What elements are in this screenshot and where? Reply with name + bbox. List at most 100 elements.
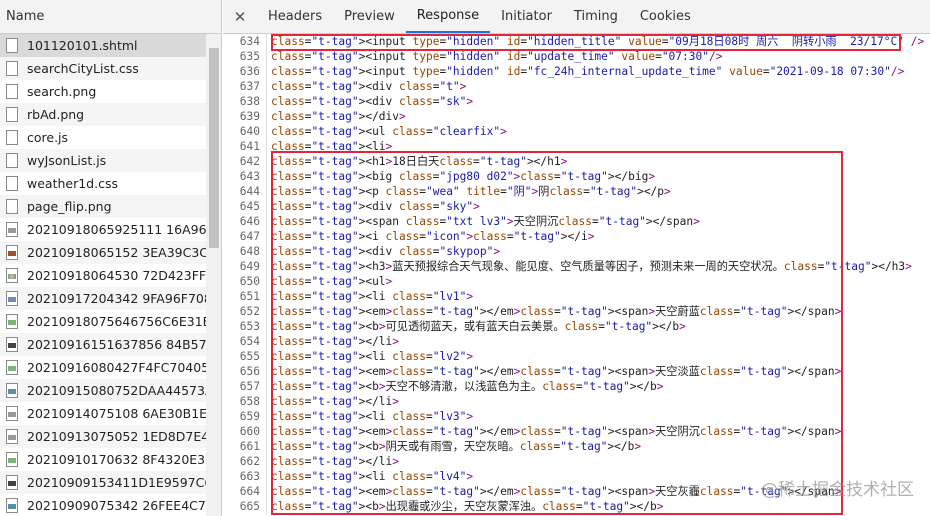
- code-text: class="t-tag"></li>: [271, 335, 400, 348]
- request-name: rbAd.png: [27, 107, 85, 122]
- request-name: core.js: [27, 130, 69, 145]
- code-text: class="t-tag"></li>: [271, 395, 400, 408]
- code-text: class="t-tag"><ul>: [271, 275, 393, 288]
- tab-cookies[interactable]: Cookies: [629, 0, 702, 33]
- request-row[interactable]: 20210916080427F4FC7040594: [0, 356, 206, 379]
- request-row[interactable]: wyJsonList.js: [0, 149, 206, 172]
- request-row[interactable]: 20210914075108 6AE30B1E347: [0, 402, 206, 425]
- scrollbar-thumb[interactable]: [209, 48, 219, 248]
- line-number: 641: [223, 139, 267, 154]
- code-text: class="t-tag"><div class="sk">: [271, 95, 474, 108]
- line-number: 639: [223, 109, 267, 124]
- line-number: 661: [223, 439, 267, 454]
- request-row[interactable]: search.png: [0, 80, 206, 103]
- request-list: 101120101.shtml searchCityList.css search.…: [0, 34, 206, 516]
- request-name: page_flip.png: [27, 199, 112, 214]
- code-line: 661 class="t-tag"><b>阴天或有雨雪，天空灰暗。class="t…: [223, 439, 930, 454]
- line-number: 638: [223, 94, 267, 109]
- request-row[interactable]: 20210916151637856 84B57A5F: [0, 333, 206, 356]
- request-row[interactable]: rbAd.png: [0, 103, 206, 126]
- request-row[interactable]: 20210918065925111 16A9642E: [0, 218, 206, 241]
- request-row[interactable]: weather1d.css: [0, 172, 206, 195]
- code-line: 665 class="t-tag"><b>出现霾或沙尘，天空灰蒙浑浊。class=…: [223, 499, 930, 514]
- code-text: class="t-tag"><b>天空不够清澈，以浅蓝色为主。class="t-…: [271, 380, 664, 393]
- code-text: class="t-tag"><big class="jpg80 d02">cla…: [271, 170, 656, 183]
- line-number: 654: [223, 334, 267, 349]
- line-number: 663: [223, 469, 267, 484]
- request-row[interactable]: core.js: [0, 126, 206, 149]
- line-number: 637: [223, 79, 267, 94]
- request-row[interactable]: 20210915080752DAA44573AF.: [0, 379, 206, 402]
- request-name: 20210909075342 26FEE4C74E6: [27, 498, 206, 513]
- code-line: 649 class="t-tag"><h3>蓝天预报综合天气现象、能见度、空气质量…: [223, 259, 930, 274]
- name-column-label: Name: [6, 9, 45, 24]
- request-row[interactable]: 20210913075052 1ED8D7E48D.: [0, 425, 206, 448]
- detail-tab-bar: ✕ Headers Preview Response Initiator Timing C…: [223, 0, 930, 34]
- code-line: 637 class="t-tag"><div class="t">: [223, 79, 930, 94]
- code-text: class="t-tag"><h3>蓝天预报综合天气现象、能见度、空气质量等因子…: [271, 260, 912, 273]
- code-text: class="t-tag"><p class="wea" title="阴">阴…: [271, 185, 671, 198]
- code-line: 659 class="t-tag"><li class="lv3">: [223, 409, 930, 424]
- request-row[interactable]: 20210917204342 9FA96F708D0: [0, 287, 206, 310]
- line-number: 659: [223, 409, 267, 424]
- request-row[interactable]: 20210909153411D1E9597C673: [0, 471, 206, 494]
- image-thumbnail-icon: [6, 268, 18, 283]
- request-row[interactable]: 20210918075646756C6E31B5D: [0, 310, 206, 333]
- document-icon: [6, 176, 18, 191]
- line-number: 642: [223, 154, 267, 169]
- request-row[interactable]: 101120101.shtml: [0, 34, 206, 57]
- image-thumbnail-icon: [6, 245, 18, 260]
- code-line: 644 class="t-tag"><p class="wea" title="阴…: [223, 184, 930, 199]
- code-line: 654 class="t-tag"></li>: [223, 334, 930, 349]
- code-line: 655 class="t-tag"><li class="lv2">: [223, 349, 930, 364]
- request-row[interactable]: 20210918065152 3EA39C3C85E: [0, 241, 206, 264]
- code-line: 639 class="t-tag"></div>: [223, 109, 930, 124]
- code-text: class="t-tag"><input type="hidden" id="f…: [271, 65, 905, 78]
- tab-initiator[interactable]: Initiator: [490, 0, 563, 33]
- code-line: 652 class="t-tag"><em>class="t-tag"></em>…: [223, 304, 930, 319]
- request-list-panel: Name 101120101.shtml searchCityList.css se…: [0, 0, 222, 516]
- code-text: class="t-tag"><b>阴天或有雨雪，天空灰暗。class="t-ta…: [271, 440, 642, 453]
- code-line: 648 class="t-tag"><div class="skypop">: [223, 244, 930, 259]
- request-row[interactable]: searchCityList.css: [0, 57, 206, 80]
- request-row[interactable]: 20210910170632 8F4320E3F2C: [0, 448, 206, 471]
- code-text: class="t-tag"><input type="hidden" id="h…: [271, 35, 925, 48]
- close-icon[interactable]: ✕: [223, 0, 257, 33]
- code-text: class="t-tag"><li class="lv3">: [271, 410, 474, 423]
- image-thumbnail-icon: [6, 498, 18, 513]
- line-number: 665: [223, 499, 267, 514]
- code-text: class="t-tag"><h1>18日白天class="t-tag"></h…: [271, 155, 568, 168]
- request-name: wyJsonList.js: [27, 153, 107, 168]
- request-row[interactable]: 20210909075342 26FEE4C74E6: [0, 494, 206, 516]
- code-line: 635 class="t-tag"><input type="hidden" id…: [223, 49, 930, 64]
- tab-timing[interactable]: Timing: [563, 0, 629, 33]
- image-thumbnail-icon: [6, 383, 18, 398]
- line-number: 649: [223, 259, 267, 274]
- image-thumbnail-icon: [6, 291, 18, 306]
- response-source-view[interactable]: 634 class="t-tag"><input type="hidden" id…: [223, 34, 930, 516]
- document-icon: [6, 153, 18, 168]
- code-line: 656 class="t-tag"><em>class="t-tag"></em>…: [223, 364, 930, 379]
- request-list-scrollbar[interactable]: [206, 34, 221, 516]
- line-number: 658: [223, 394, 267, 409]
- request-row[interactable]: page_flip.png: [0, 195, 206, 218]
- image-thumbnail-icon: [6, 222, 18, 237]
- line-number: 648: [223, 244, 267, 259]
- line-number: 646: [223, 214, 267, 229]
- request-name: 20210916151637856 84B57A5F: [27, 337, 206, 352]
- request-row[interactable]: 20210918064530 72D423FF8BD: [0, 264, 206, 287]
- code-text: class="t-tag"><div class="skypop">: [271, 245, 501, 258]
- code-text: class="t-tag"><input type="hidden" id="u…: [271, 50, 723, 63]
- line-number: 651: [223, 289, 267, 304]
- code-text: class="t-tag"><li>: [271, 140, 393, 153]
- tab-preview[interactable]: Preview: [333, 0, 406, 33]
- code-line: 640 class="t-tag"><ul class="clearfix">: [223, 124, 930, 139]
- code-text: class="t-tag"><li class="lv4">: [271, 470, 474, 483]
- tab-response[interactable]: Response: [405, 0, 491, 33]
- name-column-header[interactable]: Name: [0, 0, 221, 34]
- code-text: class="t-tag"><div class="sky">: [271, 200, 480, 213]
- request-name: 20210914075108 6AE30B1E347: [27, 406, 206, 421]
- line-number: 644: [223, 184, 267, 199]
- document-icon: [6, 130, 18, 145]
- tab-headers[interactable]: Headers: [257, 0, 333, 33]
